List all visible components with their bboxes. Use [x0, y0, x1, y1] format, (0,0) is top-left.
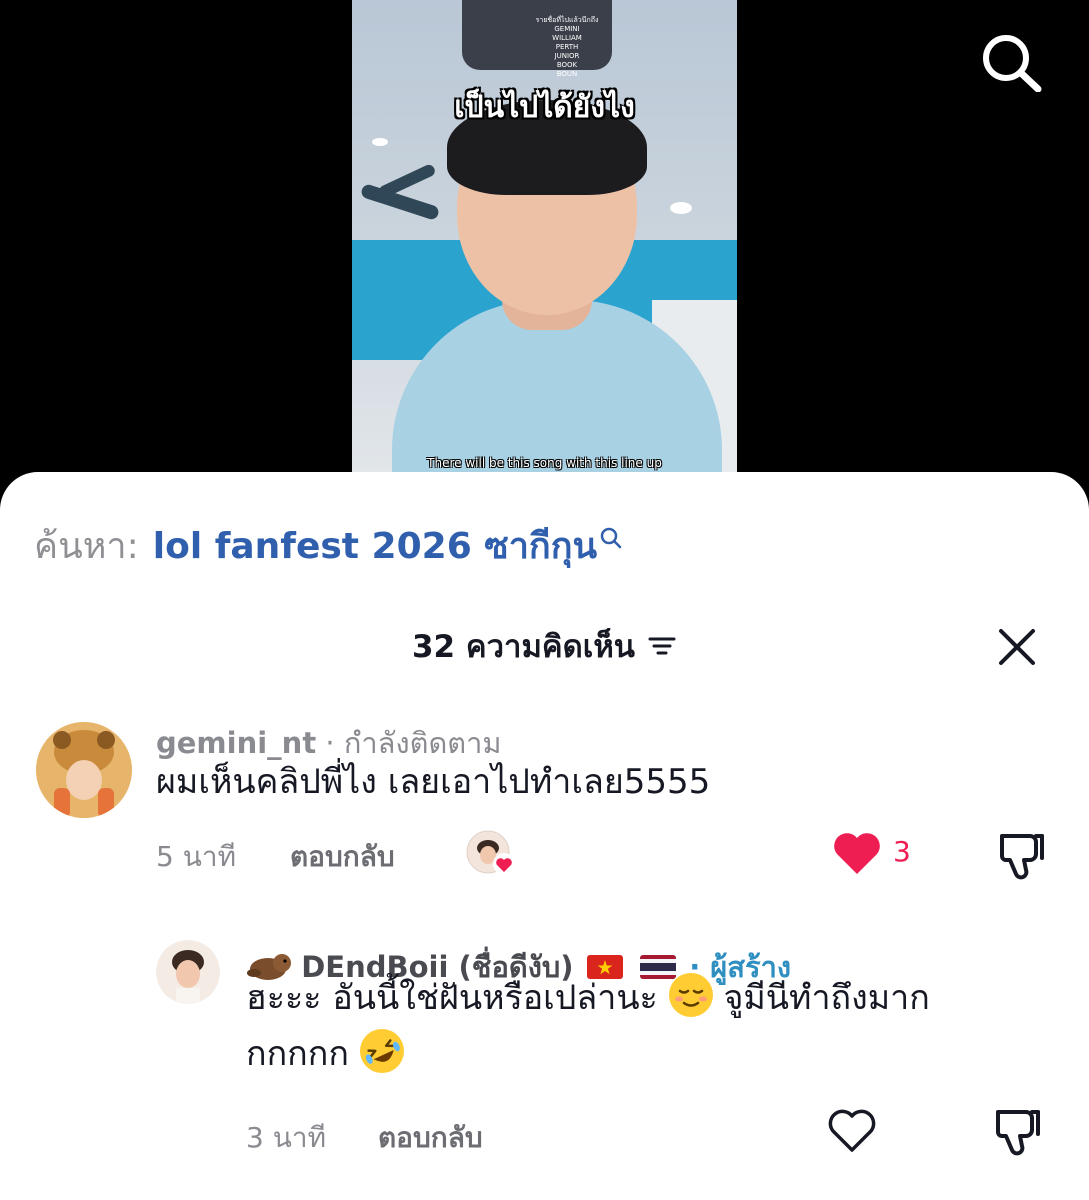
- reply-text: ฮะะะ อันนี้ใช่ฝันหรือเปล่านะ จูมีนีทำถึง…: [246, 970, 1046, 1082]
- phone-line: BOUN: [556, 70, 578, 78]
- sort-icon[interactable]: [647, 633, 677, 659]
- phone-line: GEMINI: [554, 25, 580, 33]
- comment-text: ผมเห็นคลิปพี่ไง เลยเอาไปทำเลย5555: [156, 762, 711, 802]
- phone-line: รายชื่อที่ไปแล้วนึกถึง: [535, 16, 599, 24]
- reply-text-part: ฮะะะ อันนี้ใช่ฝันหรือเปล่านะ: [246, 978, 658, 1018]
- phone-line: PERTH: [555, 43, 579, 51]
- video-caption-english: There will be this song with this line u…: [427, 456, 662, 470]
- video-scene-light: [372, 138, 388, 146]
- avatar[interactable]: [156, 940, 220, 1004]
- avatar[interactable]: [36, 722, 132, 818]
- rolling-laughing-emoji-icon: [359, 1029, 404, 1073]
- thumbs-down-icon: [1000, 834, 1044, 880]
- reply-text-part: จูมีนีทำถึงมาก: [723, 978, 930, 1018]
- heart-filled-icon: [834, 833, 880, 874]
- thumbs-down-icon: [996, 1110, 1040, 1156]
- video-scene-light: [670, 202, 692, 214]
- comments-sheet: ค้นหา: lol fanfest 2026 ซากีกุน 32 ความค…: [0, 472, 1089, 1200]
- video-caption-thai: เป็นไปได้ยังไง: [454, 90, 635, 125]
- dislike-button[interactable]: [992, 1104, 1044, 1156]
- phone-line: WILLIAM: [552, 34, 582, 42]
- creator-avatar-heart-icon: [466, 830, 515, 875]
- phone-line: JUNIOR: [554, 52, 580, 60]
- video-frame[interactable]: รายชื่อที่ไปแล้วนึกถึง GEMINI WILLIAM PE…: [352, 0, 737, 490]
- like-button[interactable]: [828, 1108, 876, 1154]
- reply-time: 3 นาที: [246, 1121, 327, 1154]
- related-search-query[interactable]: lol fanfest 2026 ซากีกุน: [153, 517, 597, 574]
- close-button[interactable]: [996, 626, 1038, 668]
- reply-text-part: กกกกก: [246, 1034, 349, 1074]
- dislike-button[interactable]: [996, 828, 1048, 880]
- comment-time: 5 นาที: [156, 840, 237, 873]
- app-root: รายชื่อที่ไปแล้วนึกถึง GEMINI WILLIAM PE…: [0, 0, 1089, 1200]
- reply-item: DEndBoii (ชื่อดีงับ) · ผู้สร้าง ฮะะะ อัน…: [0, 940, 1089, 1200]
- video-player[interactable]: รายชื่อที่ไปแล้วนึกถึง GEMINI WILLIAM PE…: [0, 0, 1089, 490]
- video-phone-text: รายชื่อที่ไปแล้วนึกถึง GEMINI WILLIAM PE…: [522, 16, 612, 79]
- reply-button[interactable]: ตอบกลับ: [290, 835, 395, 879]
- like-count: 3: [893, 835, 911, 868]
- phone-line: BOOK: [556, 61, 578, 69]
- creator-liked-badge: [466, 830, 516, 878]
- related-search-link[interactable]: ค้นหา: lol fanfest 2026 ซากีกุน: [34, 520, 623, 570]
- search-button[interactable]: [978, 32, 1044, 93]
- like-button[interactable]: [832, 830, 882, 876]
- search-icon: [600, 527, 622, 549]
- comment-item: gemini_nt · กำลังติดตาม ผมเห็นคลิปพี่ไง …: [0, 722, 1089, 902]
- reply-button[interactable]: ตอบกลับ: [378, 1116, 483, 1160]
- avatar-image: [36, 722, 132, 818]
- comments-header: 32 ความคิดเห็น: [0, 620, 1089, 672]
- comments-count: 32 ความคิดเห็น: [411, 629, 635, 665]
- heart-outline-icon: [828, 1109, 876, 1152]
- related-search-prefix: ค้นหา:: [34, 525, 139, 567]
- relieved-face-emoji-icon: [668, 973, 713, 1017]
- avatar-image: [156, 940, 220, 1004]
- close-icon: [999, 629, 1035, 665]
- video-scene-fan-blade: [377, 162, 437, 200]
- search-icon: [983, 35, 1042, 93]
